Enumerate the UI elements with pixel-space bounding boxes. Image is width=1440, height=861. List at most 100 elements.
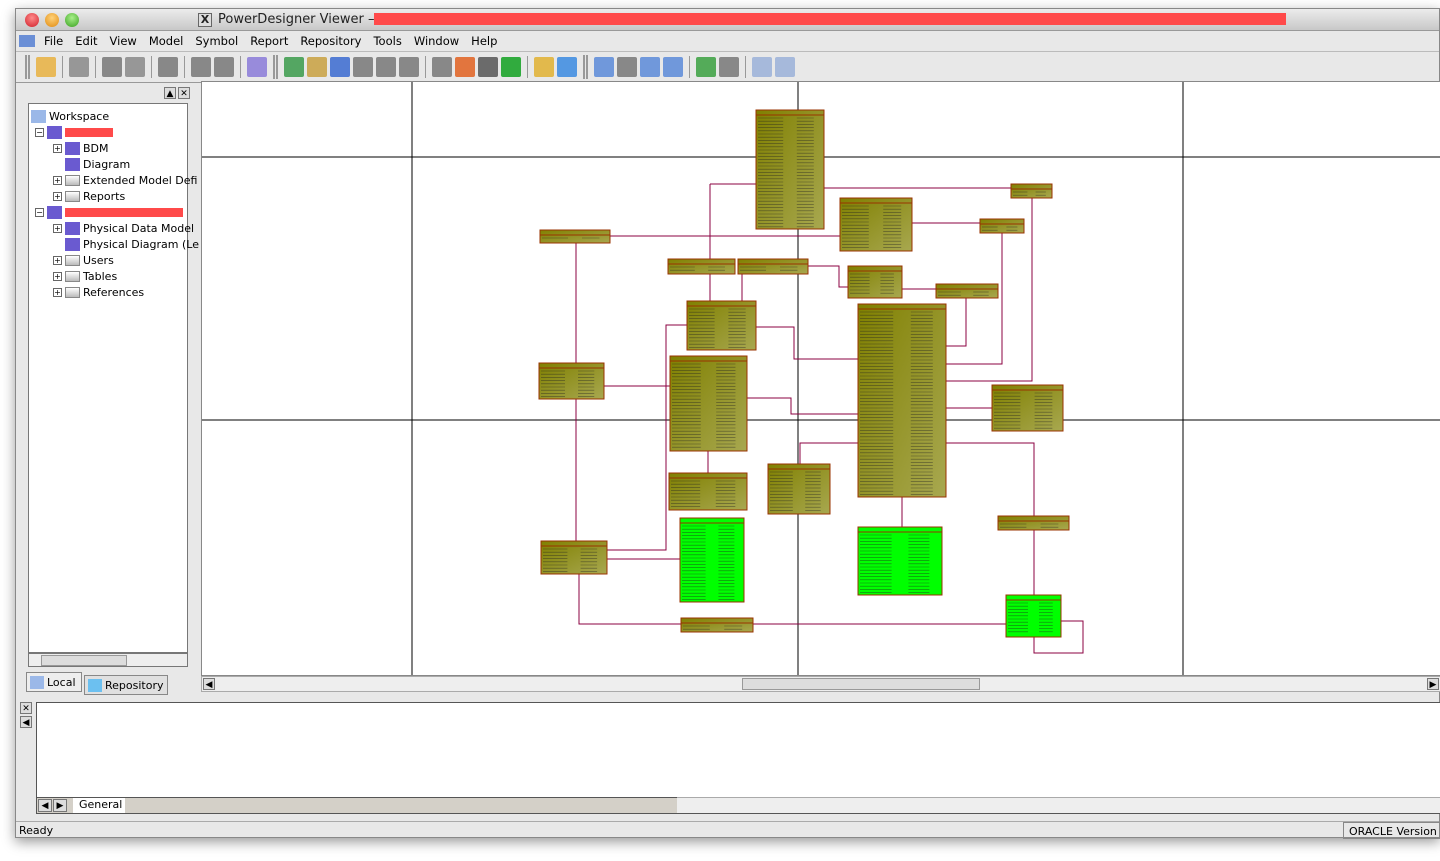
toolbar-grip[interactable] [273, 55, 278, 79]
tree-item[interactable]: Workspace [31, 108, 109, 124]
paste-icon[interactable] [307, 57, 327, 77]
brush-icon[interactable] [455, 57, 475, 77]
zoom-region-icon[interactable] [719, 57, 739, 77]
scroll-right-button[interactable]: ▶ [1427, 678, 1439, 690]
merge-icon[interactable] [696, 57, 716, 77]
table-symbol[interactable] [668, 472, 748, 511]
tree-item[interactable]: + References [53, 284, 144, 300]
frame-icon[interactable] [432, 57, 452, 77]
menu-tools[interactable]: Tools [367, 34, 407, 48]
tab-local[interactable]: Local [26, 672, 82, 692]
table-symbol[interactable] [979, 218, 1025, 234]
table-symbol[interactable] [991, 384, 1064, 432]
fill-icon[interactable] [478, 57, 498, 77]
tree-item[interactable]: + Reports [53, 188, 125, 204]
undo-icon[interactable] [158, 57, 178, 77]
menu-report[interactable]: Report [244, 34, 294, 48]
page-view-icon[interactable] [640, 57, 660, 77]
toolbar-grip[interactable] [25, 55, 30, 79]
export-icon[interactable] [534, 57, 554, 77]
properties-icon[interactable] [214, 57, 234, 77]
menu-view[interactable]: View [104, 34, 143, 48]
tree-item[interactable]: + Extended Model Defi [53, 172, 197, 188]
tree-item[interactable]: + Users [53, 252, 114, 268]
tab-prev-button[interactable]: ◀ [38, 799, 52, 812]
redo-icon[interactable] [191, 57, 211, 77]
new-model-icon[interactable] [284, 57, 304, 77]
menu-file[interactable]: File [38, 34, 69, 48]
expand-icon[interactable]: + [53, 191, 62, 201]
table-symbol[interactable] [539, 229, 611, 244]
table-symbol[interactable] [857, 303, 947, 498]
shape-icon[interactable] [399, 57, 419, 77]
output-close-button[interactable]: ✕ [20, 702, 32, 714]
tree-item[interactable]: + Physical Data Model [53, 220, 194, 236]
collapse-icon[interactable]: − [35, 127, 44, 137]
diagram-icon[interactable] [594, 57, 614, 77]
tree-item[interactable]: − [35, 204, 183, 220]
output-icon[interactable] [775, 57, 795, 77]
output-collapse-button[interactable]: ◀ [20, 716, 32, 728]
maximize-button[interactable] [65, 13, 79, 27]
table-symbol[interactable] [767, 463, 831, 515]
table-symbol[interactable] [686, 300, 757, 351]
new-doc-icon[interactable] [69, 57, 89, 77]
pane-maximize-button[interactable]: ▲ [164, 87, 176, 99]
table-symbol[interactable] [935, 283, 999, 299]
table-symbol[interactable] [679, 517, 745, 603]
app-menu-icon[interactable] [19, 35, 35, 47]
physical-diagram[interactable] [202, 82, 1440, 675]
font-icon[interactable] [501, 57, 521, 77]
expand-icon[interactable]: + [53, 271, 62, 281]
tree-item[interactable]: + BDM [53, 140, 109, 156]
diagram-canvas[interactable] [201, 81, 1440, 676]
table-symbol[interactable] [997, 515, 1070, 531]
tree-item-label: References [83, 285, 145, 299]
diagram-hscrollbar[interactable]: ◀ ▶ [201, 676, 1440, 692]
collapse-icon[interactable]: − [35, 207, 44, 217]
page-icon[interactable] [376, 57, 396, 77]
copy-icon[interactable] [125, 57, 145, 77]
tree-item[interactable]: − [35, 124, 113, 140]
import-icon[interactable] [557, 57, 577, 77]
close-button[interactable] [25, 13, 39, 27]
tab-next-button[interactable]: ▶ [53, 799, 67, 812]
find-icon[interactable] [330, 57, 350, 77]
expand-icon[interactable]: + [53, 287, 62, 297]
image-icon[interactable] [353, 57, 373, 77]
menu-edit[interactable]: Edit [69, 34, 103, 48]
table-symbol[interactable] [1010, 183, 1053, 199]
tree-item[interactable]: + Tables [53, 268, 117, 284]
pane-close-button[interactable]: ✕ [178, 87, 190, 99]
expand-icon[interactable]: + [53, 143, 62, 153]
output-hscrollbar[interactable] [677, 797, 1440, 813]
table-symbol[interactable] [857, 526, 943, 596]
tree-hscrollbar[interactable] [28, 653, 188, 667]
menu-help[interactable]: Help [465, 34, 503, 48]
expand-icon[interactable]: + [53, 175, 62, 185]
menu-repository[interactable]: Repository [294, 34, 367, 48]
menu-symbol[interactable]: Symbol [189, 34, 244, 48]
scroll-thumb[interactable] [742, 678, 980, 690]
tab-general[interactable]: General [73, 798, 125, 813]
expand-icon[interactable]: + [53, 255, 62, 265]
tree-item[interactable]: Physical Diagram (Le [53, 236, 199, 252]
scroll-left-button[interactable]: ◀ [203, 678, 215, 690]
layout-icon[interactable] [617, 57, 637, 77]
browser-icon[interactable] [752, 57, 772, 77]
open-icon[interactable] [36, 57, 56, 77]
pages-icon[interactable] [663, 57, 683, 77]
minimize-button[interactable] [45, 13, 59, 27]
menu-model[interactable]: Model [143, 34, 190, 48]
table-symbol[interactable] [737, 258, 809, 275]
tree-item[interactable]: Diagram [53, 156, 130, 172]
table-symbol[interactable] [680, 617, 754, 633]
help-icon[interactable] [247, 57, 267, 77]
print-icon[interactable] [102, 57, 122, 77]
tab-repository[interactable]: Repository [84, 675, 168, 695]
table-symbol[interactable] [667, 258, 736, 275]
menu-window[interactable]: Window [408, 34, 465, 48]
expand-icon[interactable]: + [53, 223, 62, 233]
toolbar-grip[interactable] [583, 55, 588, 79]
scroll-thumb[interactable] [41, 655, 127, 666]
